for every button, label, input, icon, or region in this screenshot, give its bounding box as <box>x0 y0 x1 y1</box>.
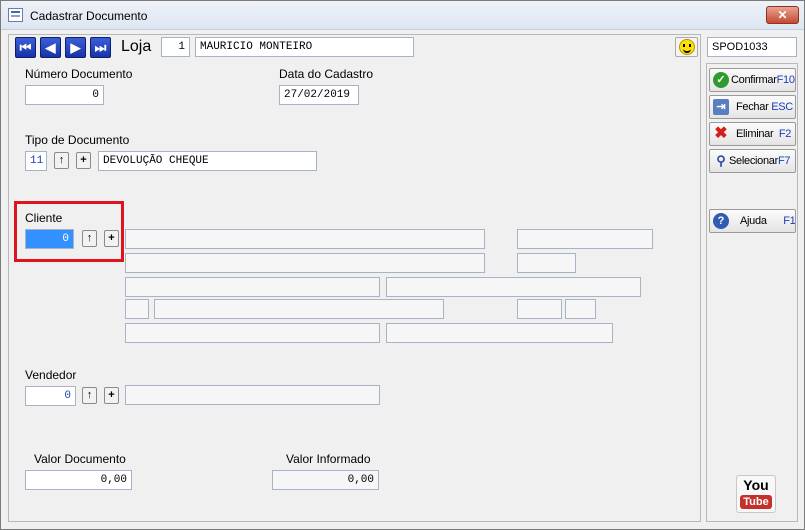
close-door-icon: ⇥ <box>713 99 729 115</box>
ajuda-button[interactable]: ? Ajuda F1 <box>709 209 796 233</box>
eliminar-key: F2 <box>778 128 792 140</box>
title-bar: Cadastrar Documento ✕ <box>1 1 804 30</box>
eliminar-label: Eliminar <box>736 128 774 140</box>
youtube-tube-text: Tube <box>740 495 772 509</box>
valor-documento-field[interactable]: 0,00 <box>25 470 132 490</box>
youtube-you-text: You <box>743 477 769 493</box>
cliente-address-field[interactable] <box>125 253 485 273</box>
fechar-key: ESC <box>771 101 793 113</box>
tipo-documento-label: Tipo de Documento <box>25 133 130 147</box>
cliente-document-field[interactable] <box>517 229 653 249</box>
close-icon[interactable]: ✕ <box>766 6 799 24</box>
vendedor-lookup-up-icon[interactable]: ↑ <box>82 387 97 404</box>
fechar-label: Fechar <box>736 101 769 113</box>
ajuda-key: F1 <box>783 215 796 227</box>
app-icon <box>8 8 23 22</box>
cliente-city-field[interactable] <box>154 299 444 319</box>
ajuda-label: Ajuda <box>740 215 767 227</box>
loja-name-field[interactable]: MAURICIO MONTEIRO <box>195 37 414 57</box>
cadastrar-documento-window: Cadastrar Documento ✕ ⏮ ◀ ▶ ⏭ Loja 1 MAU… <box>0 0 805 530</box>
confirmar-key: F10 <box>776 74 795 86</box>
selecionar-label: Selecionar <box>729 155 778 167</box>
tipo-documento-add-button[interactable]: + <box>76 152 91 169</box>
tipo-documento-description-field[interactable]: DEVOLUÇÃO CHEQUE <box>98 151 317 171</box>
loja-label: Loja <box>121 38 152 55</box>
previous-record-button[interactable]: ◀ <box>40 37 61 58</box>
valor-informado-field[interactable]: 0,00 <box>272 470 379 490</box>
selecionar-key: F7 <box>777 155 791 167</box>
loja-code-field[interactable]: 1 <box>161 37 190 57</box>
magnifier-icon: ⚲ <box>716 153 726 168</box>
check-icon: ✓ <box>713 72 729 88</box>
cliente-phone-field[interactable] <box>565 299 596 319</box>
cliente-email-field[interactable] <box>125 323 380 343</box>
tipo-documento-code-field[interactable]: 11 <box>25 151 47 171</box>
first-record-button[interactable]: ⏮ <box>15 37 36 58</box>
vendedor-code-field[interactable]: 0 <box>25 386 76 406</box>
data-cadastro-label: Data do Cadastro <box>279 67 374 81</box>
cliente-contact-field[interactable] <box>386 323 613 343</box>
next-record-button[interactable]: ▶ <box>65 37 86 58</box>
numero-documento-field[interactable]: 0 <box>25 85 104 105</box>
valor-informado-label: Valor Informado <box>286 452 371 466</box>
vendedor-add-button[interactable]: + <box>104 387 119 404</box>
numero-documento-label: Número Documento <box>25 67 133 81</box>
session-code-field: SPOD1033 <box>707 37 797 57</box>
youtube-icon[interactable]: You Tube <box>736 475 776 513</box>
cliente-complement-field[interactable] <box>125 277 380 297</box>
delete-x-icon: ✖ <box>714 125 728 142</box>
cliente-name-field[interactable] <box>125 229 485 249</box>
cliente-district-field[interactable] <box>386 277 641 297</box>
cliente-phone-ddd-field[interactable] <box>517 299 562 319</box>
data-cadastro-field[interactable]: 27/02/2019 <box>279 85 359 105</box>
fechar-button[interactable]: ⇥ Fechar ESC <box>709 95 796 119</box>
vendedor-label: Vendedor <box>25 368 77 382</box>
vendedor-name-field[interactable] <box>125 385 380 405</box>
smiley-icon[interactable] <box>675 37 698 57</box>
cliente-add-button[interactable]: + <box>104 230 119 247</box>
valor-documento-label: Valor Documento <box>34 452 126 466</box>
confirmar-button[interactable]: ✓ ConfirmarF10 <box>709 68 796 92</box>
help-icon: ? <box>713 213 729 229</box>
window-title: Cadastrar Documento <box>30 9 148 23</box>
cliente-number-field[interactable] <box>517 253 576 273</box>
eliminar-button[interactable]: ✖ Eliminar F2 <box>709 122 796 146</box>
confirmar-label: Confirmar <box>731 74 777 86</box>
selecionar-button[interactable]: ⚲ SelecionarF7 <box>709 149 796 173</box>
tipo-documento-lookup-up-icon[interactable]: ↑ <box>54 152 69 169</box>
cliente-code-field[interactable]: 0 <box>25 229 74 249</box>
cliente-lookup-up-icon[interactable]: ↑ <box>82 230 97 247</box>
cliente-state-field[interactable] <box>125 299 149 319</box>
last-record-button[interactable]: ⏭ <box>90 37 111 58</box>
cliente-label: Cliente <box>25 211 63 225</box>
